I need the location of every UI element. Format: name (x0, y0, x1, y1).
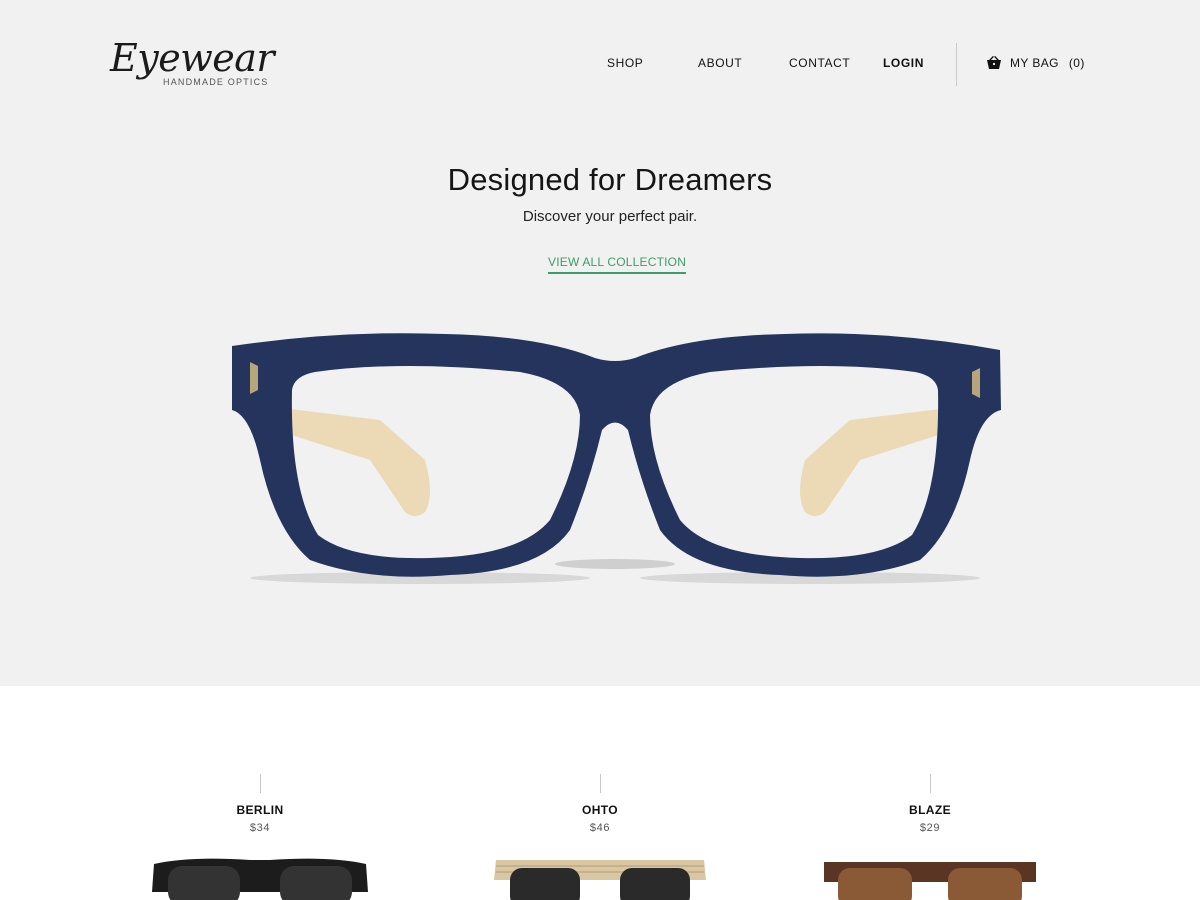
nav-shop-link[interactable]: SHOP (607, 55, 643, 71)
my-bag-button[interactable]: MY BAG (0) (986, 55, 1085, 71)
hero-subtitle: Discover your perfect pair. (522, 208, 698, 225)
product-image[interactable] (820, 852, 1040, 900)
product-divider (929, 774, 931, 793)
hero-title: Designed for Dreamers (447, 162, 773, 197)
product-image[interactable] (490, 852, 710, 900)
product-name[interactable]: BLAZE (810, 803, 1050, 817)
nav-about-link[interactable]: ABOUT (698, 55, 742, 71)
my-bag-label: MY BAG (1010, 56, 1059, 70)
hero-glasses-image (220, 320, 1010, 600)
product-price: $34 (249, 822, 271, 834)
product-image[interactable] (150, 852, 370, 900)
product-price: $29 (919, 822, 941, 834)
product-card[interactable]: BLAZE $29 (810, 774, 1050, 900)
hero-section: Eyewear HANDMADE OPTICS SHOP ABOUT CONTA… (0, 0, 1200, 686)
product-price: $46 (589, 822, 611, 834)
product-divider (259, 774, 261, 793)
basket-icon (986, 56, 1002, 70)
product-card[interactable]: BERLIN $34 (140, 774, 380, 900)
products-section: BERLIN $34 OHTO $46 BLAZE $29 (0, 686, 1200, 900)
product-name[interactable]: BERLIN (140, 803, 380, 817)
view-all-collection-link[interactable]: VIEW ALL COLLECTION (548, 255, 687, 274)
product-name[interactable]: OHTO (480, 803, 720, 817)
logo-tagline: HANDMADE OPTICS (163, 77, 269, 87)
bag-count: (0) (1068, 56, 1085, 70)
product-divider (599, 774, 601, 793)
nav-login-link[interactable]: LOGIN (883, 55, 924, 71)
product-card[interactable]: OHTO $46 (480, 774, 720, 900)
nav-divider (956, 43, 957, 86)
nav-contact-link[interactable]: CONTACT (789, 55, 850, 71)
